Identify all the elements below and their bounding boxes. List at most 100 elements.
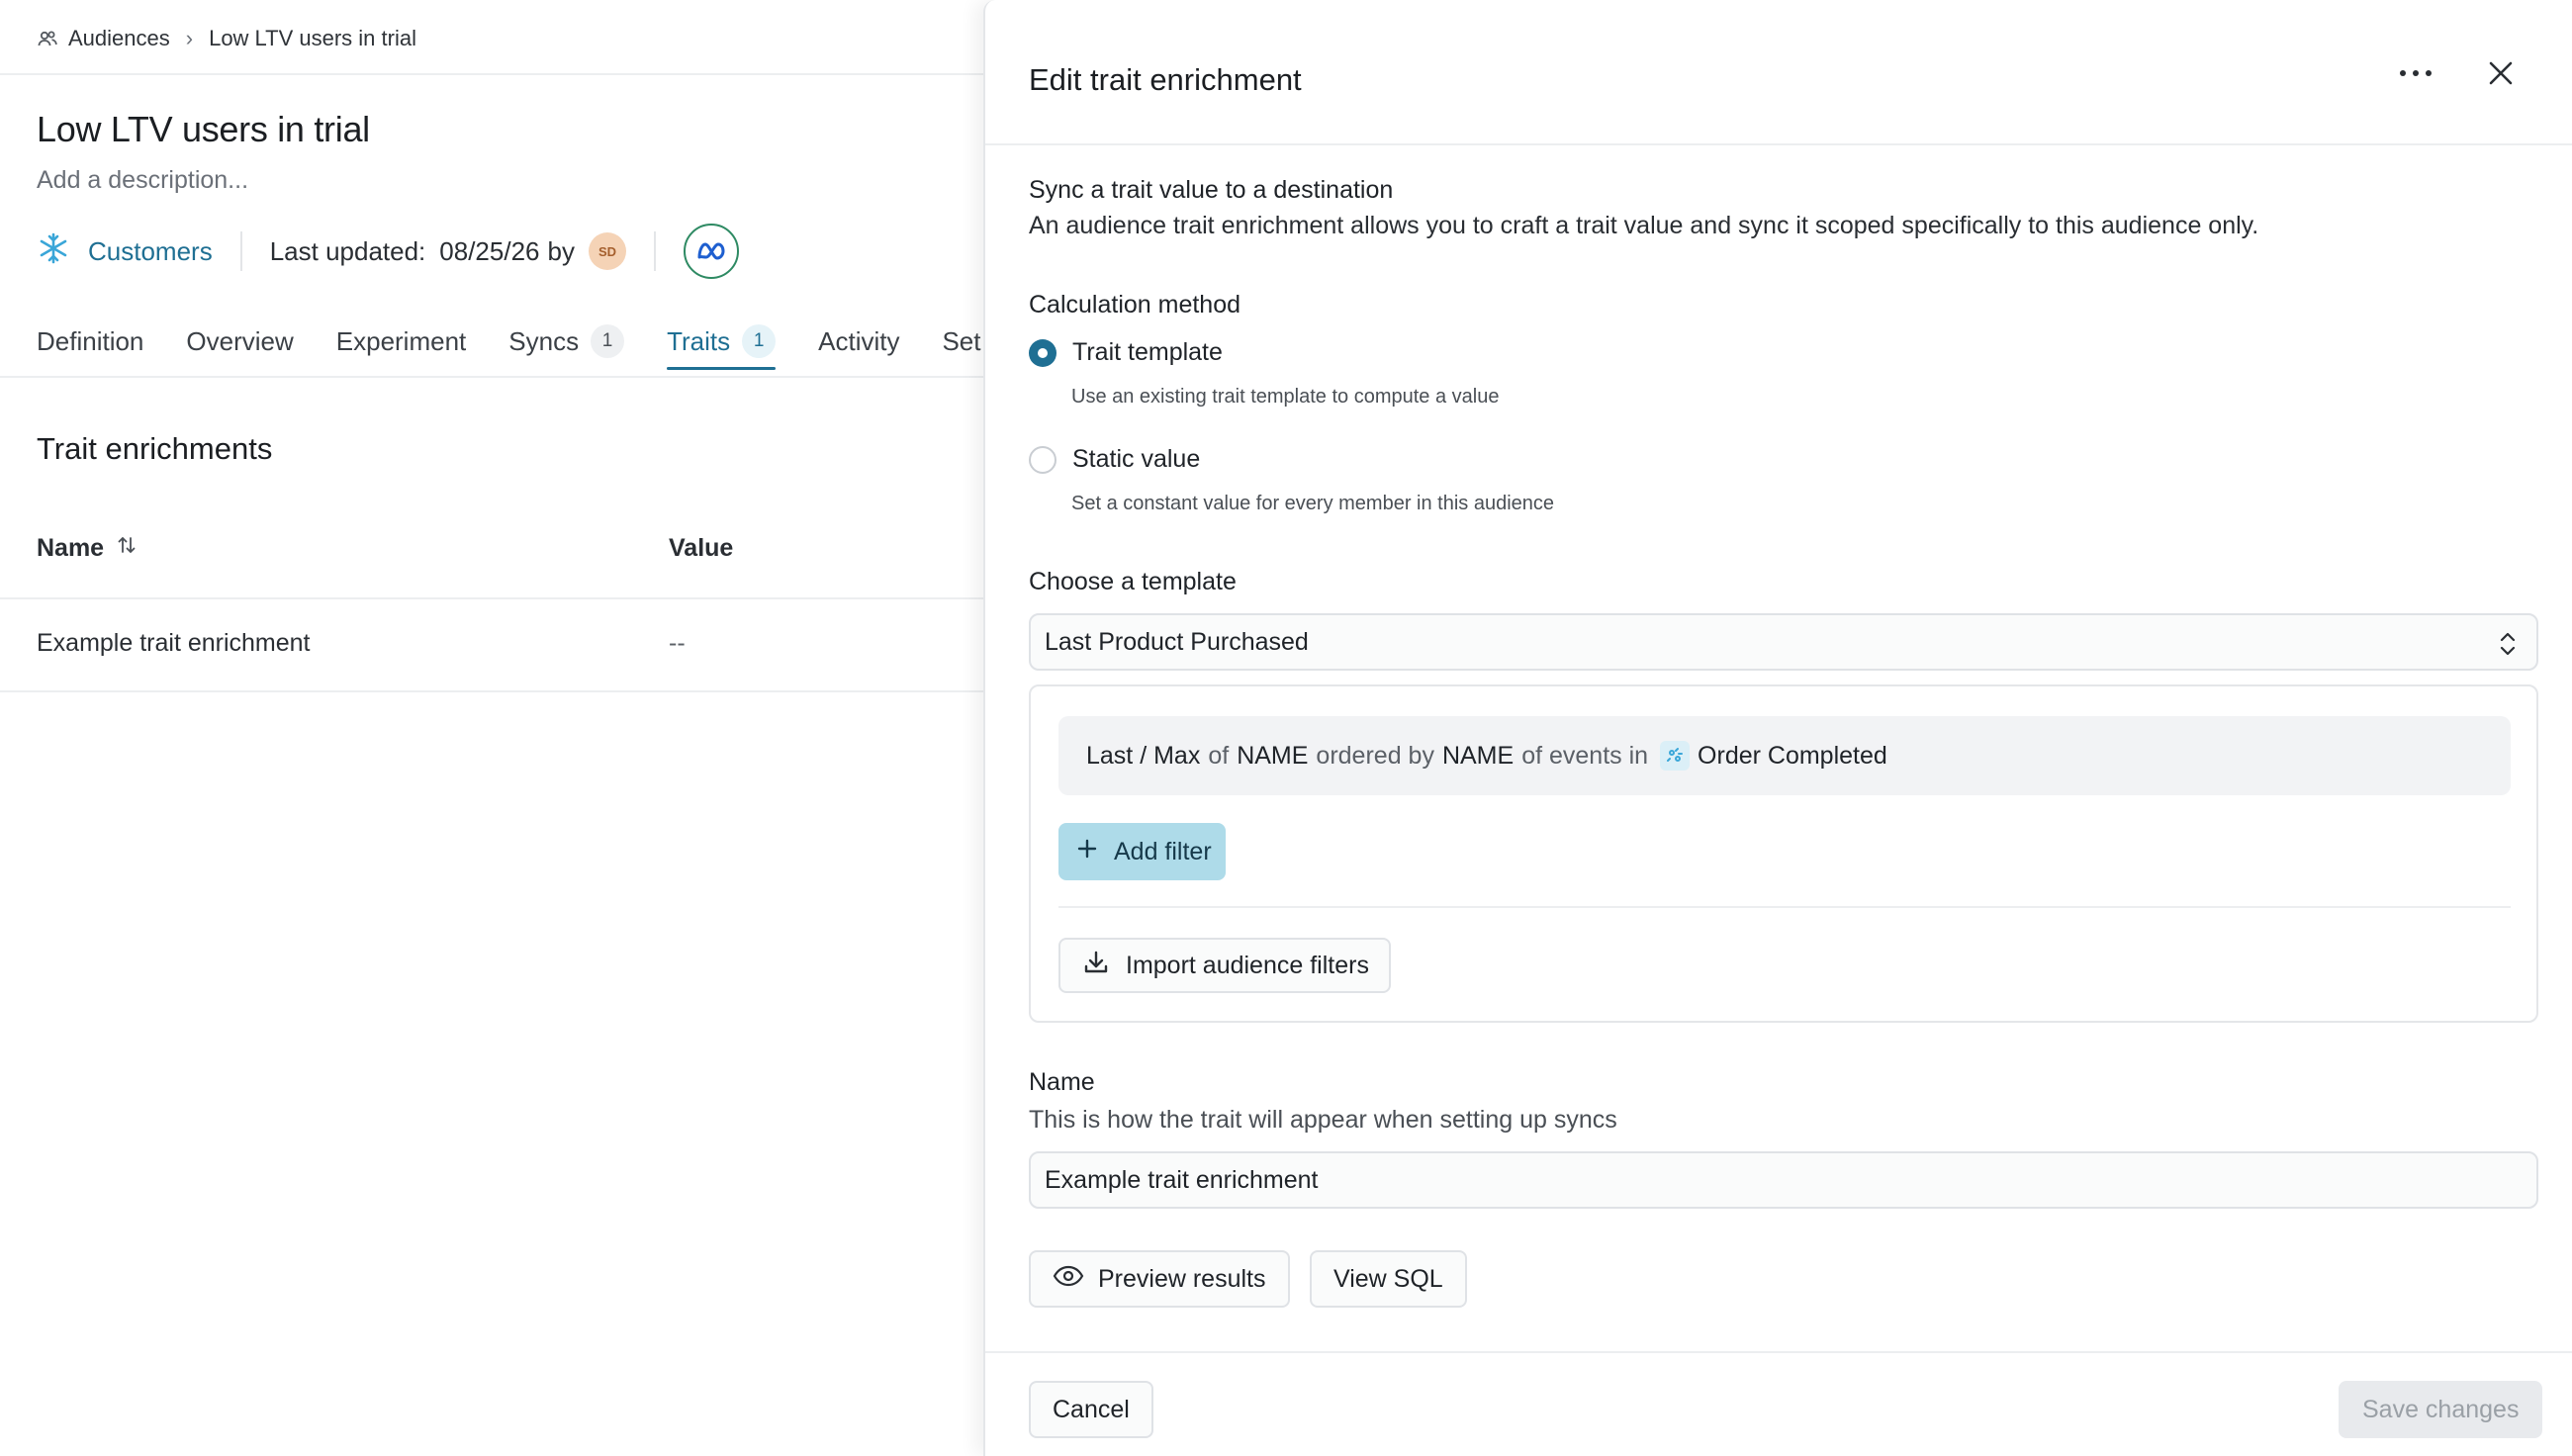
- radio-label: Trait template: [1072, 338, 1223, 366]
- tabs-divider: [0, 376, 989, 378]
- tab-traits[interactable]: Traits 1: [667, 318, 777, 370]
- button-label: Save changes: [2362, 1395, 2520, 1423]
- last-updated: Last updated: 08/25/26 by SD: [270, 232, 626, 270]
- sync-description: An audience trait enrichment allows you …: [1029, 212, 2259, 239]
- condition-text: of events in: [1521, 741, 1649, 770]
- avatar: SD: [588, 232, 626, 270]
- source-name: Customers: [88, 235, 213, 266]
- name-help-text: This is how the trait will appear when s…: [1029, 1106, 1617, 1134]
- audience-meta: Customers Last updated: 08/25/26 by SD: [37, 224, 739, 279]
- by-label: by: [547, 235, 575, 266]
- audience-page: Audiences › Low LTV users in trial Low L…: [0, 0, 989, 1456]
- footer-divider: [985, 1351, 2572, 1353]
- property-select[interactable]: NAME: [1237, 742, 1308, 771]
- count-badge: 1: [591, 324, 625, 358]
- panel-divider: [1058, 906, 2511, 908]
- count-badge: 1: [742, 324, 777, 358]
- meta-divider: [239, 231, 242, 271]
- close-icon: [2488, 60, 2514, 91]
- cancel-button[interactable]: Cancel: [1029, 1381, 1153, 1438]
- tab-experiment[interactable]: Experiment: [336, 318, 467, 364]
- name-label: Name: [1029, 1068, 1095, 1096]
- description-field[interactable]: Add a description...: [37, 166, 248, 195]
- tab-label: Overview: [186, 325, 294, 356]
- order-property-select[interactable]: NAME: [1442, 742, 1514, 771]
- sort-icon[interactable]: [116, 534, 138, 563]
- radio-trait-template[interactable]: Trait template: [1029, 338, 1223, 367]
- template-config-panel: Last / Max of NAME ordered by NAME of ev…: [1029, 684, 2538, 1023]
- audience-tabs: Definition Overview Experiment Syncs 1 Tr…: [37, 318, 981, 378]
- aggregation-select[interactable]: Last / Max: [1086, 742, 1200, 771]
- more-horizontal-icon: [2399, 64, 2433, 82]
- last-updated-label: Last updated:: [269, 235, 426, 266]
- tab-label: Syncs: [508, 325, 580, 356]
- tab-label: Experiment: [335, 325, 467, 356]
- import-audience-filters-button[interactable]: Import audience filters: [1058, 938, 1391, 993]
- tab-label: Set: [942, 325, 981, 356]
- table-header-divider: [0, 597, 989, 599]
- header-divider: [0, 73, 989, 75]
- tab-syncs[interactable]: Syncs 1: [508, 318, 625, 364]
- column-header-name[interactable]: Name: [37, 534, 138, 563]
- radio-help-text: Set a constant value for every member in…: [1071, 493, 1555, 514]
- radio-label: Static value: [1072, 445, 1201, 473]
- radio-button[interactable]: [1029, 445, 1056, 474]
- tab-label: Traits: [667, 325, 731, 356]
- trait-name-input[interactable]: [1029, 1151, 2538, 1209]
- meta-icon[interactable]: [683, 224, 739, 279]
- chevron-up-down-icon: [2497, 629, 2519, 666]
- tab-definition[interactable]: Definition: [37, 318, 143, 364]
- table-cell-value: --: [669, 629, 686, 657]
- preview-results-button[interactable]: Preview results: [1029, 1250, 1290, 1308]
- radio-help-text: Use an existing trait template to comput…: [1071, 386, 1500, 408]
- view-sql-button[interactable]: View SQL: [1310, 1250, 1467, 1308]
- plus-icon: [1076, 838, 1098, 866]
- template-select[interactable]: Last Product Purchased: [1029, 613, 2538, 671]
- drawer-header: Edit trait enrichment: [985, 0, 2572, 145]
- radio-static-value[interactable]: Static value: [1029, 445, 1200, 474]
- event-icon: [1660, 741, 1691, 771]
- table-row-divider: [0, 690, 989, 692]
- button-label: Add filter: [1114, 837, 1212, 865]
- button-label: View SQL: [1333, 1264, 1443, 1293]
- tab-label: Definition: [37, 325, 144, 356]
- save-changes-button[interactable]: Save changes: [2339, 1381, 2543, 1438]
- button-label: Import audience filters: [1126, 951, 1369, 979]
- condition-text: of: [1208, 741, 1230, 770]
- breadcrumb: Audiences › Low LTV users in trial: [37, 24, 416, 53]
- eye-icon: [1053, 1265, 1084, 1294]
- section-title: Trait enrichments: [37, 431, 273, 466]
- tab-label: Activity: [818, 325, 900, 356]
- snowflake-icon: [37, 231, 70, 272]
- tab-settings[interactable]: Set: [942, 318, 980, 364]
- button-label: Preview results: [1098, 1264, 1266, 1293]
- chevron-right-icon: ›: [185, 26, 194, 50]
- sync-heading: Sync a trait value to a destination: [1029, 176, 1394, 204]
- close-button[interactable]: [2479, 53, 2523, 97]
- template-selected-value: Last Product Purchased: [1045, 627, 1309, 656]
- source-link[interactable]: Customers: [37, 231, 213, 272]
- calculation-method-label: Calculation method: [1029, 291, 1241, 318]
- event-select[interactable]: Order Completed: [1698, 742, 1887, 771]
- column-header-value: Value: [669, 534, 734, 562]
- last-updated-date: 08/25/26: [439, 235, 540, 266]
- add-filter-button[interactable]: Add filter: [1058, 823, 1226, 880]
- users-icon: [37, 28, 58, 49]
- template-label: Choose a template: [1029, 568, 1237, 595]
- more-options-button[interactable]: [2388, 53, 2443, 93]
- aggregation-condition: Last / Max of NAME ordered by NAME of ev…: [1058, 716, 2511, 795]
- page-title: Low LTV users in trial: [37, 109, 370, 149]
- tab-overview[interactable]: Overview: [186, 318, 293, 364]
- edit-trait-drawer: Edit trait enrichment Sync a trait value…: [983, 0, 2572, 1456]
- drawer-title: Edit trait enrichment: [1029, 62, 1302, 97]
- tab-activity[interactable]: Activity: [818, 318, 899, 364]
- meta-divider: [653, 231, 656, 271]
- radio-button-checked[interactable]: [1029, 338, 1056, 367]
- column-label: Name: [37, 534, 105, 562]
- condition-text: ordered by: [1316, 741, 1434, 770]
- breadcrumb-current: Low LTV users in trial: [209, 26, 416, 50]
- download-icon: [1082, 949, 1110, 983]
- table-cell-name[interactable]: Example trait enrichment: [37, 629, 311, 658]
- breadcrumb-audiences-link[interactable]: Audiences: [68, 26, 170, 51]
- button-label: Cancel: [1053, 1395, 1130, 1423]
